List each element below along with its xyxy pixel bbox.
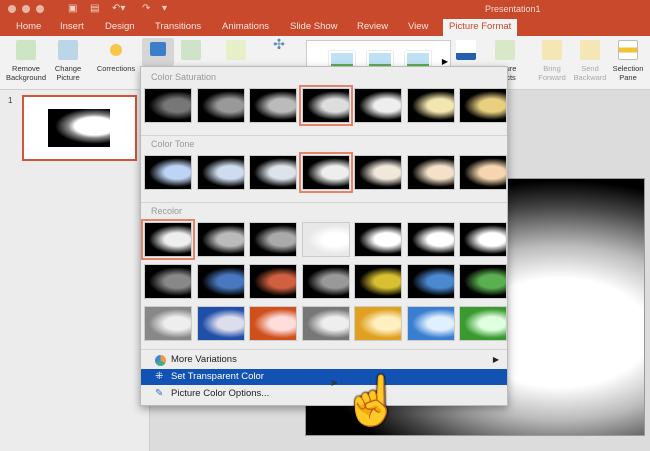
color-variant-tile[interactable]: [301, 222, 350, 257]
color-variant-tile[interactable]: [459, 306, 507, 341]
color-variant-tile[interactable]: [141, 219, 195, 260]
send-backward-button[interactable]: Send Backward: [573, 40, 607, 82]
sidebar-toggle-icon[interactable]: ▣: [68, 3, 77, 14]
change-picture-icon: [58, 40, 78, 60]
transparency-button[interactable]: [225, 40, 247, 64]
transparency-icon: [226, 40, 246, 60]
sun-icon: [106, 40, 126, 60]
artistic-effects-icon: [181, 40, 201, 60]
color-saturation-heading: Color Saturation: [151, 72, 217, 82]
color-dropdown: Color Saturation Color Tone Recolor More…: [140, 66, 508, 406]
picture-color-options-item[interactable]: ✎ Picture Color Options...: [141, 386, 507, 402]
color-variant-tile[interactable]: [298, 152, 353, 193]
color-variant-tile[interactable]: [354, 306, 402, 341]
more-variations-item[interactable]: More Variations ▶: [141, 352, 507, 368]
minimize-button[interactable]: [22, 5, 30, 13]
tab-insert[interactable]: Insert: [60, 21, 84, 32]
bring-forward-button[interactable]: Bring Forward: [535, 40, 569, 82]
tab-slide-show[interactable]: Slide Show: [290, 21, 338, 32]
color-variant-tile[interactable]: [249, 222, 297, 257]
color-icon: [150, 42, 166, 56]
tab-home[interactable]: Home: [16, 21, 41, 32]
color-variant-tile[interactable]: [249, 155, 297, 190]
color-variant-tile[interactable]: [406, 88, 455, 123]
color-variant-tile[interactable]: [354, 155, 402, 190]
set-transparent-color-icon: ⁜: [155, 371, 164, 382]
redo-icon[interactable]: ↷: [142, 3, 150, 14]
color-variant-tile[interactable]: [144, 306, 192, 341]
color-variant-tile[interactable]: [196, 264, 245, 299]
color-variant-tile[interactable]: [354, 88, 402, 123]
tab-design[interactable]: Design: [105, 21, 135, 32]
slide-number: 1: [8, 96, 13, 105]
color-variant-tile[interactable]: [196, 222, 245, 257]
color-variant-tile[interactable]: [354, 264, 402, 299]
remove-background-icon: [16, 40, 36, 60]
corrections-button[interactable]: Corrections: [92, 40, 140, 73]
color-button[interactable]: [142, 38, 174, 66]
bring-forward-icon: [542, 40, 562, 60]
picture-effects-icon: [495, 40, 515, 60]
undo-icon[interactable]: ↶▾: [112, 3, 125, 14]
color-wheel-icon: [155, 355, 166, 366]
gallery-next-icon[interactable]: ▶: [442, 57, 448, 66]
color-variant-tile[interactable]: [459, 222, 507, 257]
slide-thumbnail[interactable]: [22, 95, 137, 161]
color-variant-tile[interactable]: [249, 264, 297, 299]
tab-view[interactable]: View: [408, 21, 428, 32]
close-button[interactable]: [8, 5, 16, 13]
color-variant-tile[interactable]: [459, 155, 507, 190]
change-picture-button[interactable]: Change Picture: [50, 40, 86, 82]
color-variant-tile[interactable]: [249, 88, 297, 123]
selection-pane-button[interactable]: Selection Pane: [611, 40, 645, 82]
picture-border-button[interactable]: [455, 40, 477, 64]
color-variant-tile[interactable]: [406, 306, 455, 341]
color-variant-tile[interactable]: [406, 222, 455, 257]
window-title: Presentation1: [485, 4, 541, 14]
color-variant-tile[interactable]: [354, 222, 402, 257]
compress-pictures-button[interactable]: ✣: [268, 36, 290, 64]
ribbon-tabs: Home Insert Design Transitions Animation…: [0, 18, 650, 36]
slide-thumbnails-pane: 1: [0, 90, 150, 451]
picture-border-icon: [456, 40, 476, 60]
remove-background-button[interactable]: Remove Background: [5, 40, 47, 82]
compress-icon: ✣: [273, 36, 285, 52]
title-bar: ▣ ▤ ↶▾ ↷ ▾ Presentation1: [0, 0, 650, 18]
tab-transitions[interactable]: Transitions: [155, 21, 201, 32]
color-variant-tile[interactable]: [301, 264, 350, 299]
tab-review[interactable]: Review: [357, 21, 388, 32]
artistic-effects-button[interactable]: [180, 40, 202, 64]
color-tone-heading: Color Tone: [151, 139, 195, 149]
zoom-button[interactable]: [36, 5, 44, 13]
color-variant-tile[interactable]: [298, 85, 353, 126]
mouse-pointer-icon: ➤: [330, 378, 339, 389]
color-variant-tile[interactable]: [459, 264, 507, 299]
color-variant-tile[interactable]: [196, 155, 245, 190]
color-variant-tile[interactable]: [301, 306, 350, 341]
customize-icon[interactable]: ▾: [162, 3, 167, 14]
color-variant-tile[interactable]: [196, 88, 245, 123]
submenu-arrow-icon: ▶: [492, 355, 499, 364]
color-variant-tile[interactable]: [196, 306, 245, 341]
selection-pane-icon: [618, 40, 638, 60]
send-backward-icon: [580, 40, 600, 60]
color-variant-tile[interactable]: [459, 88, 507, 123]
color-variant-tile[interactable]: [144, 155, 192, 190]
color-variant-tile[interactable]: [249, 306, 297, 341]
paint-brush-icon: ✎: [155, 388, 164, 399]
set-transparent-color-item[interactable]: ⁜ Set Transparent Color: [141, 369, 507, 385]
color-variant-tile[interactable]: [406, 155, 455, 190]
color-variant-tile[interactable]: [144, 88, 192, 123]
save-icon[interactable]: ▤: [90, 3, 99, 14]
tab-animations[interactable]: Animations: [222, 21, 269, 32]
color-variant-tile[interactable]: [144, 264, 192, 299]
tab-picture-format[interactable]: Picture Format: [443, 19, 518, 36]
hand-pointer-icon: ☝: [342, 375, 402, 428]
color-variant-tile[interactable]: [406, 264, 455, 299]
recolor-heading: Recolor: [151, 206, 183, 216]
